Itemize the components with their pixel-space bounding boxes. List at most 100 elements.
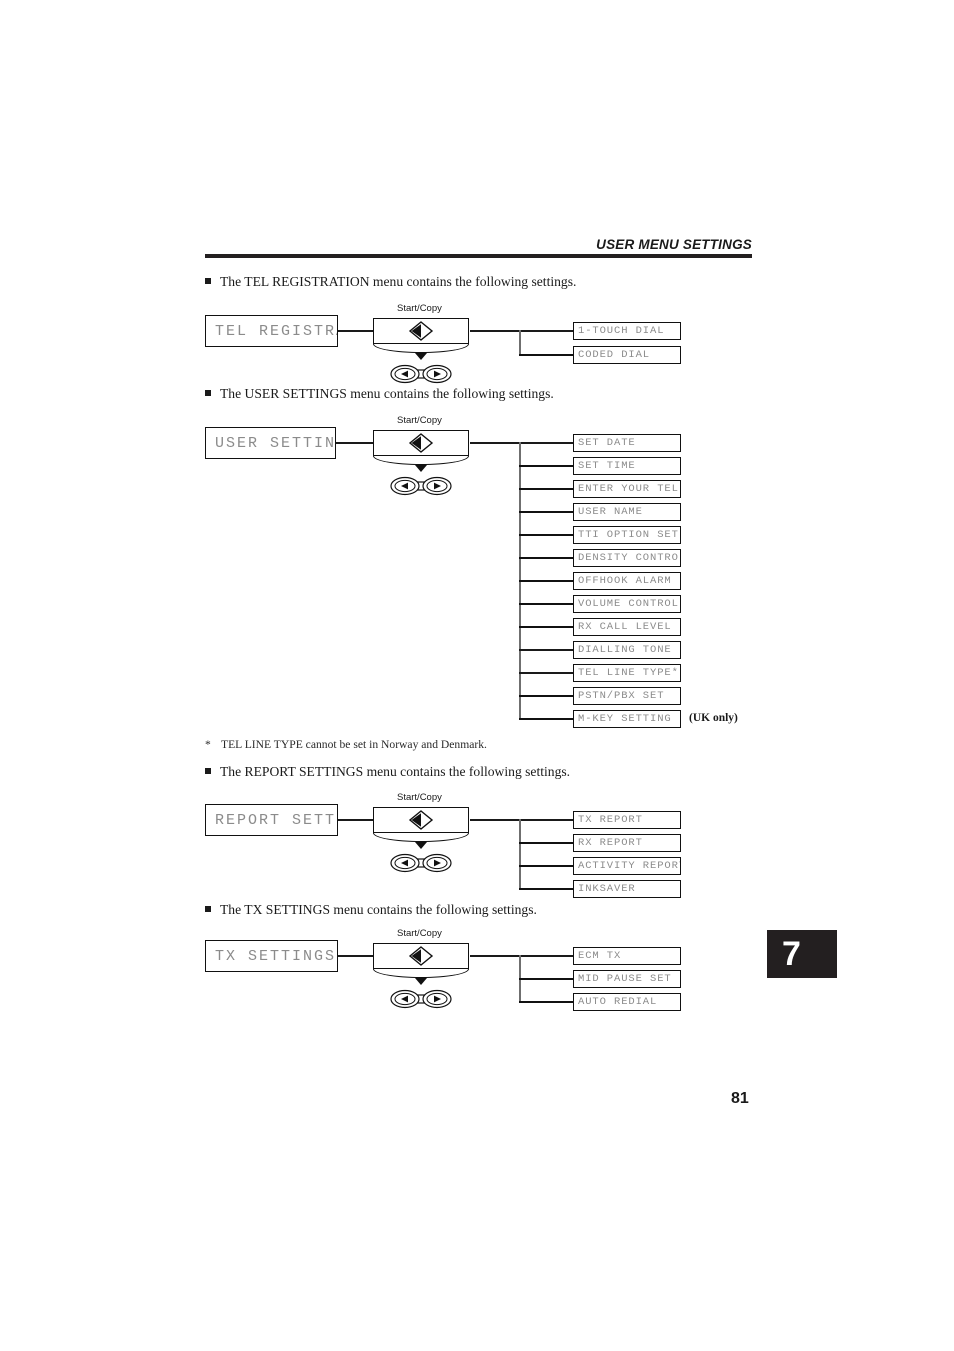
menu-box-tel-registration: TEL REGISTRATION [205,315,338,347]
page-number: 81 [731,1090,749,1107]
connector-branch [519,978,573,980]
menu-item-box: INKSAVER [573,880,681,898]
menu-item-label: SET TIME [578,460,636,472]
page-header-title: USER MENU SETTINGS [596,237,752,252]
down-arrow-icon-3 [415,842,427,849]
connector-branch [519,465,573,467]
connector-trunk-1 [519,330,522,355]
menu-item-box: ENTER YOUR TEL [573,480,681,498]
menu-item-label: ACTIVITY REPORT [578,860,681,872]
nav-rocker-key-3[interactable] [388,852,454,874]
start-copy-diamond-icon-2 [408,433,434,453]
menu-box-label: TEL REGISTRATION [215,322,337,340]
menu-item-label: TX REPORT [578,814,643,826]
menu-item-box: SET DATE [573,434,681,452]
down-arrow-icon-2 [415,465,427,472]
footnote-text: TEL LINE TYPE cannot be set in Norway an… [221,738,487,751]
connector-right-3 [470,819,573,821]
start-copy-diamond-icon-4 [408,946,434,966]
menu-item-label: TTI OPTION SET [578,529,679,541]
menu-item-box: OFFHOOK ALARM [573,572,681,590]
menu-item-box: AUTO REDIAL [573,993,681,1011]
start-copy-button-skirt-1 [373,344,469,353]
start-copy-button-skirt-4 [373,969,469,978]
start-copy-key-label-1: Start/Copy [397,303,442,314]
connector-left-3 [338,819,373,821]
menu-item-label: TEL LINE TYPE* [578,667,679,679]
menu-item-box: USER NAME [573,503,681,521]
connector-branch [519,603,573,605]
menu-item-label: M-KEY SETTING [578,713,672,725]
menu-item-box: CODED DIAL [573,346,681,364]
start-copy-diamond-icon-1 [408,321,434,341]
connector-right-2 [470,442,573,444]
connector-branch [519,580,573,582]
connector-branch [519,695,573,697]
connector-left-2 [336,442,373,444]
connector-branch [519,842,573,844]
connector-trunk-3 [519,819,522,889]
menu-item-label: VOLUME CONTROL [578,598,679,610]
connector-branch [519,511,573,513]
menu-item-box: TEL LINE TYPE* [573,664,681,682]
connector-branch-1-2 [519,354,573,356]
connector-left-4 [338,955,373,957]
intro-label: The USER SETTINGS menu contains the foll… [220,386,554,401]
start-copy-key-label-3: Start/Copy [397,792,442,803]
menu-box-label: REPORT SETTINGS [215,811,337,829]
menu-item-label: DENSITY CONTROL [578,552,681,564]
start-copy-key-label-4: Start/Copy [397,928,442,939]
intro-text-tx-settings: The TX SETTINGS menu contains the follow… [205,902,537,918]
start-copy-button-skirt-2 [373,456,469,465]
connector-branch [519,718,573,720]
menu-item-box: ACTIVITY REPORT [573,857,681,875]
menu-item-box: M-KEY SETTING [573,710,681,728]
connector-right-1 [470,330,573,332]
menu-item-box: 1-TOUCH DIAL [573,322,681,340]
menu-item-label: DIALLING TONE [578,644,672,656]
menu-item-label: PSTN/PBX SET [578,690,665,702]
menu-item-box: DIALLING TONE [573,641,681,659]
menu-item-box: TTI OPTION SET [573,526,681,544]
intro-label: The TEL REGISTRATION menu contains the f… [220,274,577,289]
menu-box-label: TX SETTINGS [215,947,337,965]
nav-rocker-key-4[interactable] [388,988,454,1010]
connector-branch [519,488,573,490]
menu-item-label: MID PAUSE SET [578,973,672,985]
down-arrow-icon-4 [415,978,427,985]
start-copy-key-label-2: Start/Copy [397,415,442,426]
menu-item-label: ECM TX [578,950,622,962]
connector-branch [519,1001,573,1003]
menu-item-box: ECM TX [573,947,681,965]
connector-branch [519,672,573,674]
menu-item-box: MID PAUSE SET [573,970,681,988]
menu-item-box: RX CALL LEVEL [573,618,681,636]
nav-rocker-key-2[interactable] [388,475,454,497]
intro-label: The REPORT SETTINGS menu contains the fo… [220,764,571,779]
menu-item-label: ENTER YOUR TEL [578,483,679,495]
menu-item-box: VOLUME CONTROL [573,595,681,613]
bullet-square-icon [205,390,211,396]
start-copy-button-skirt-3 [373,833,469,842]
connector-branch [519,534,573,536]
chapter-tab-number: 7 [782,934,801,973]
header-divider-rule [205,254,752,258]
connector-branch [519,888,573,890]
menu-item-box: PSTN/PBX SET [573,687,681,705]
menu-item-label: 1-TOUCH DIAL [578,325,665,337]
menu-item-label: OFFHOOK ALARM [578,575,672,587]
menu-item-box: RX REPORT [573,834,681,852]
intro-text-report-settings: The REPORT SETTINGS menu contains the fo… [205,764,570,780]
intro-text-tel-registration: The TEL REGISTRATION menu contains the f… [205,274,576,290]
menu-item-box: SET TIME [573,457,681,475]
menu-item-label: RX REPORT [578,837,643,849]
menu-box-tx-settings: TX SETTINGS [205,940,338,972]
nav-rocker-key-1[interactable] [388,363,454,385]
connector-right-4 [470,955,573,957]
document-page: USER MENU SETTINGS The TEL REGISTRATION … [0,0,954,1351]
menu-item-label: SET DATE [578,437,636,449]
connector-left-1 [338,330,373,332]
uk-only-note: (UK only) [689,712,738,724]
menu-item-box: TX REPORT [573,811,681,829]
intro-text-user-settings: The USER SETTINGS menu contains the foll… [205,386,554,402]
